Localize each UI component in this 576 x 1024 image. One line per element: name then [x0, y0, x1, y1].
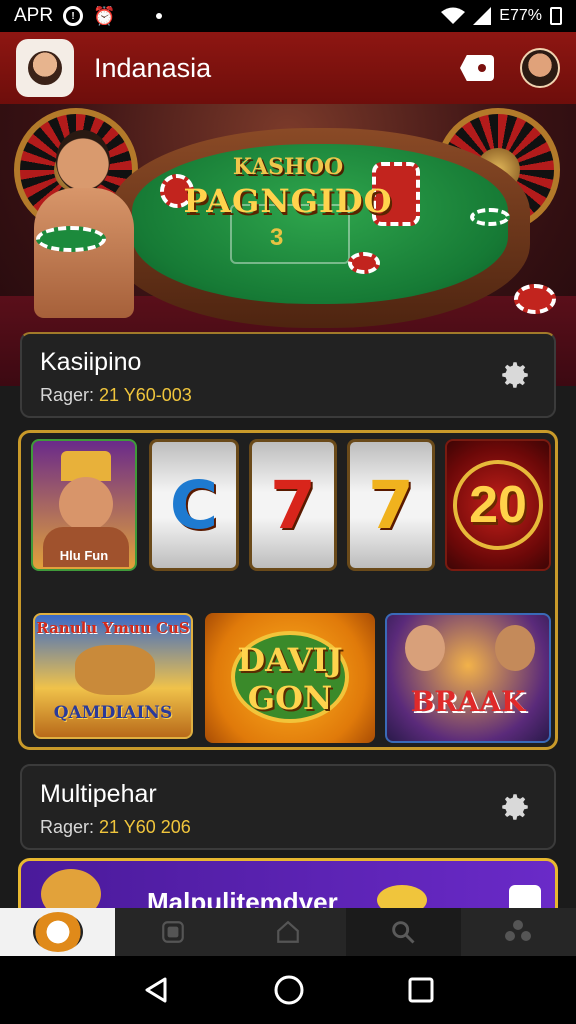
badge-20: 20 [453, 460, 543, 550]
system-navigation-bar [0, 956, 576, 1024]
app-logo-icon[interactable] [16, 39, 74, 97]
chip-icon [514, 284, 556, 314]
tile-title-line1: DAVIJ [237, 641, 343, 679]
chip-icon [348, 252, 380, 274]
hero-title-small: KASHOO [232, 154, 344, 180]
tile-title-top: Ranulu Ymuu CuS [36, 619, 190, 637]
character-face-icon [405, 625, 445, 671]
nav-games[interactable] [115, 908, 230, 956]
people-icon [505, 920, 532, 941]
game-tile-dragon[interactable]: DAVIJ GON [205, 613, 375, 743]
bottom-navigation [0, 908, 576, 956]
tile-title-line2: GON [247, 679, 333, 717]
card-sub-label: Rager: [40, 385, 95, 405]
back-icon[interactable] [141, 975, 171, 1005]
home-icon[interactable] [273, 974, 305, 1006]
reel-symbol: 7 [368, 466, 414, 544]
card-sub-label: Rager: [40, 817, 95, 837]
nav-home[interactable] [0, 908, 116, 956]
card-subtitle: Rager: 21 Y60-003 [40, 385, 536, 406]
reel-symbol: C [169, 466, 219, 544]
search-icon [392, 921, 415, 944]
card-title: Multipehar [40, 780, 157, 808]
chip-stack-icon [36, 226, 106, 252]
app-bar: Indanasia [0, 32, 576, 104]
alarm-icon: ⏰ [93, 5, 116, 26]
status-bar: APR ! ⏰ E77% [0, 0, 576, 32]
games-icon [161, 921, 184, 943]
status-carrier-text: APR [14, 5, 54, 26]
signal-icon [473, 7, 492, 25]
house-icon [277, 920, 299, 943]
slot-reel-3[interactable]: 7 [347, 439, 435, 571]
gear-icon[interactable] [496, 356, 534, 394]
gear-icon[interactable] [496, 788, 534, 826]
table-number: 3 [270, 224, 284, 251]
card-sub-value: 21 Y60 206 [99, 817, 191, 837]
mascot-icon [32, 912, 83, 952]
battery-text: E77% [499, 7, 542, 24]
tile-title-bottom: QAMDIAINS [53, 703, 173, 723]
slot-reel-1[interactable]: C [149, 439, 239, 571]
app-title: Indanasia [94, 52, 212, 83]
card-title: Kasiipino [40, 348, 142, 376]
game-tile-break[interactable]: BRAAK [385, 613, 551, 743]
nav-search[interactable] [345, 908, 461, 956]
tag-icon[interactable] [458, 51, 498, 85]
wifi-icon [441, 7, 466, 24]
tile-caption: Hlu Fun [59, 548, 109, 563]
hero-title-large: PAGNGIDO [183, 182, 393, 220]
recents-icon[interactable] [407, 976, 435, 1004]
profile-avatar[interactable] [520, 48, 560, 88]
pharaoh-face [59, 477, 113, 531]
slot-reel-2[interactable]: 7 [249, 439, 337, 571]
room-card-1[interactable]: Kasiipino Rager: 21 Y60-003 [20, 332, 556, 418]
nav-lobby[interactable] [230, 908, 345, 956]
card-sub-value: 21 Y60-003 [99, 385, 192, 405]
phone-screen: APR ! ⏰ E77% Indanasia KASHOO PAGNGIDO 3… [0, 0, 576, 1024]
notification-dot-icon [155, 13, 162, 19]
clock-icon: ! [63, 6, 84, 26]
lion-icon [75, 645, 155, 695]
battery-icon [550, 7, 562, 25]
game-grid: Hlu Fun C 7 7 20 Ranulu Ymuu CuS QAMDIAI… [18, 430, 558, 750]
character-face-icon [495, 625, 535, 671]
game-tile-lion[interactable]: Ranulu Ymuu CuS QAMDIAINS [33, 613, 193, 739]
room-card-2[interactable]: Multipehar Rager: 21 Y60 206 [20, 764, 556, 850]
reel-symbol: 7 [270, 466, 316, 544]
tile-title: BRAAK [410, 685, 526, 718]
nav-community[interactable] [461, 908, 576, 956]
game-tile-20[interactable]: 20 [445, 439, 551, 571]
card-subtitle: Rager: 21 Y60 206 [40, 817, 536, 838]
game-tile-pharaoh[interactable]: Hlu Fun [31, 439, 137, 571]
